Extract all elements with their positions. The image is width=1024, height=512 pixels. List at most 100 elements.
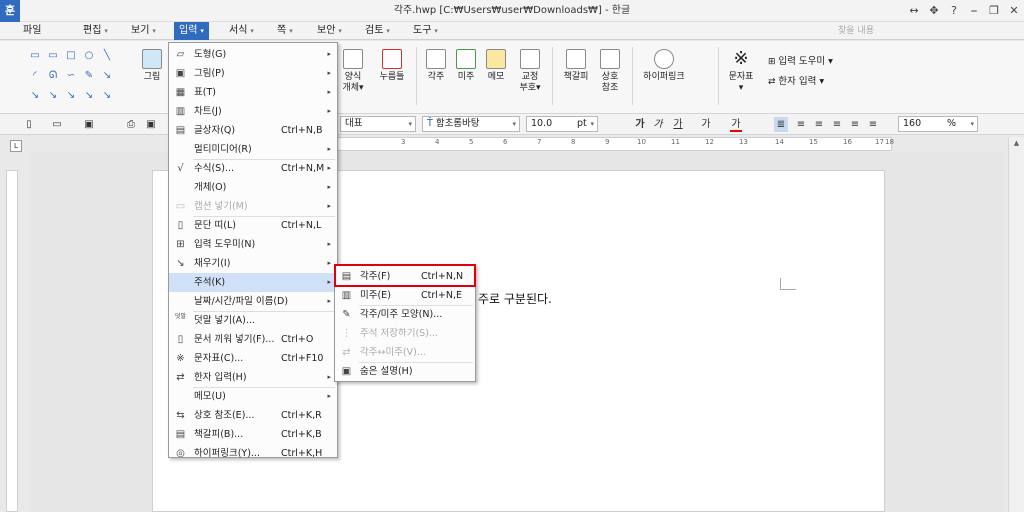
cross-reference-button[interactable]: 상호 참조 xyxy=(596,49,624,94)
preview-icon[interactable]: ▣ xyxy=(144,117,158,132)
close-icon[interactable]: ✕ xyxy=(1006,3,1022,19)
insert-menu-item[interactable]: √ 수식(S)... Ctrl+N,M ▸ xyxy=(169,159,337,178)
align-left-icon[interactable]: ≡ xyxy=(794,117,808,132)
insert-menu-item[interactable]: ※ 문자표(C)... Ctrl+F10 xyxy=(169,349,337,368)
square-shape-icon[interactable]: □ xyxy=(64,50,78,61)
restore-layout-icon[interactable]: ↔ xyxy=(906,3,922,19)
form-object-button[interactable]: 양식 개체▾ xyxy=(338,49,368,94)
insert-menu-item[interactable]: ⇆ 상호 참조(E)... Ctrl+K,R xyxy=(169,406,337,425)
insert-picture-button[interactable]: 그림 xyxy=(140,49,164,83)
font-select[interactable]: Ť 함초롬바탕 ▾ xyxy=(422,116,520,132)
insert-menu-item[interactable]: ⇄ 한자 입력(H) ▸ xyxy=(169,368,337,387)
connector-1-icon[interactable]: ↘ xyxy=(28,90,42,101)
menu-security[interactable]: 보안 ▾ xyxy=(312,22,347,40)
connector-2-icon[interactable]: ↘ xyxy=(46,90,60,101)
insert-menu-item[interactable]: ▯ 문서 끼워 넣기(F)... Ctrl+O xyxy=(169,330,337,349)
annotation-menu-item[interactable]: ✎ 각주/미주 모양(N)... xyxy=(335,305,475,324)
circle-shape-icon[interactable]: ○ xyxy=(82,50,96,61)
divide-icon[interactable]: ≡ xyxy=(866,117,880,132)
app-logo-icon[interactable]: 훈 xyxy=(0,0,20,22)
bold-button[interactable]: 가 xyxy=(634,117,646,132)
tab-type-icon[interactable]: L xyxy=(10,140,22,152)
connector-5-icon[interactable]: ↘ xyxy=(100,90,114,101)
line-shape-icon[interactable]: ╲ xyxy=(100,50,114,61)
minimize-icon[interactable]: ⎯ xyxy=(966,3,982,19)
footnote-button[interactable]: 각주 xyxy=(422,49,450,83)
document-text[interactable]: 주로 구분된다. xyxy=(478,290,552,307)
insert-menu-item[interactable]: 날짜/시간/파일 이름(D) ▸ xyxy=(169,292,337,311)
insert-menu-item[interactable]: ▯ 문단 띠(L) Ctrl+N,L xyxy=(169,216,337,235)
menu-review[interactable]: 검토 ▾ xyxy=(360,22,395,40)
vertical-ruler[interactable] xyxy=(6,170,18,512)
save-icon[interactable]: ▣ xyxy=(82,117,96,132)
submenu-arrow-icon: ▸ xyxy=(327,240,331,248)
insert-menu-item[interactable]: 메모(U) ▸ xyxy=(169,387,337,406)
annotation-menu-item[interactable]: ▥ 미주(E) Ctrl+N,E xyxy=(335,286,475,305)
strikethrough-button[interactable]: 가 xyxy=(700,117,712,132)
menu-page[interactable]: 쪽 ▾ xyxy=(272,22,298,40)
field-button[interactable]: 누름틀 xyxy=(374,49,410,83)
connector-shape-icon[interactable]: ↘ xyxy=(100,70,114,81)
proofreading-mark-button[interactable]: 교정 부호▾ xyxy=(514,49,546,94)
symbol-button[interactable]: ※ 문자표 ▾ xyxy=(724,49,758,94)
insert-menu-item[interactable]: ⊞ 입력 도우미(N) ▸ xyxy=(169,235,337,254)
print-icon[interactable]: ⎙ xyxy=(124,117,138,132)
menu-item-label: 덧말 넣기(A)... xyxy=(194,315,255,326)
maximize-icon[interactable]: ❐ xyxy=(986,3,1002,19)
connector-3-icon[interactable]: ↘ xyxy=(64,90,78,101)
menu-insert[interactable]: 입력 ▾ xyxy=(174,22,209,40)
curve-shape-icon[interactable]: ᘏ xyxy=(46,70,60,81)
chevron-down-icon: ▾ xyxy=(289,27,293,35)
menu-view[interactable]: 보기 ▾ xyxy=(126,22,161,40)
insert-menu-item[interactable]: 덧말 덧말 넣기(A)... xyxy=(169,311,337,330)
textbox-shape-icon[interactable]: ▭ xyxy=(28,50,42,61)
font-size-select[interactable]: 10.0 pt ▾ xyxy=(526,116,598,132)
annotation-menu-item[interactable]: ▣ 숨은 설명(H) xyxy=(335,362,475,381)
arc-shape-icon[interactable]: ◜ xyxy=(28,70,42,81)
input-helper-button[interactable]: ⊞ 입력 도우미 ▾ xyxy=(768,53,833,67)
input-helper-icon: ⊞ xyxy=(768,57,779,67)
menu-tools[interactable]: 도구 ▾ xyxy=(408,22,443,40)
align-justify-icon[interactable]: ≣ xyxy=(774,117,788,132)
style-select[interactable]: 대표 ▾ xyxy=(340,116,416,132)
vertical-scrollbar[interactable]: ▲ xyxy=(1008,137,1024,512)
insert-menu-item[interactable]: ▱ 도형(G) ▸ xyxy=(169,45,337,64)
italic-button[interactable]: 가 xyxy=(652,117,664,132)
move-icon[interactable]: ✥ xyxy=(926,3,942,19)
zoom-select[interactable]: 160% ▾ xyxy=(898,116,978,132)
menu-file[interactable]: 파일 xyxy=(18,22,46,40)
insert-menu-item[interactable]: ▥ 차트(J) ▸ xyxy=(169,102,337,121)
open-folder-icon[interactable]: ▭ xyxy=(50,117,64,132)
scroll-up-icon[interactable]: ▲ xyxy=(1011,139,1022,150)
align-center-icon[interactable]: ≡ xyxy=(830,117,844,132)
ribbon-separator xyxy=(416,47,417,105)
connector-4-icon[interactable]: ↘ xyxy=(82,90,96,101)
insert-menu-item[interactable]: ◎ 하이퍼링크(Y)... Ctrl+K,H xyxy=(169,444,337,463)
endnote-button[interactable]: 미주 xyxy=(452,49,480,83)
menu-edit[interactable]: 편집 ▾ xyxy=(78,22,113,40)
hyperlink-button[interactable]: 하이퍼링크 xyxy=(638,49,690,83)
insert-menu-item[interactable]: 개체(O) ▸ xyxy=(169,178,337,197)
insert-menu-item[interactable]: ▣ 그림(P) ▸ xyxy=(169,64,337,83)
insert-menu-item[interactable]: 주석(K) ▸ xyxy=(169,273,337,292)
shape-gallery[interactable]: ▭ ▭ □ ○ ╲ ◜ ᘏ ∽ ✎ ↘ ↘ ↘ ↘ ↘ ↘ xyxy=(28,50,138,110)
insert-menu-item[interactable]: ▤ 책갈피(B)... Ctrl+K,B xyxy=(169,425,337,444)
font-color-button[interactable]: 가 xyxy=(730,117,742,132)
hanja-input-button[interactable]: ⇄ 한자 입력 ▾ xyxy=(768,73,824,87)
menu-format[interactable]: 서식 ▾ xyxy=(224,22,259,40)
search-input[interactable]: 찾을 내용 xyxy=(820,24,970,38)
memo-button[interactable]: 메모 xyxy=(482,49,510,83)
underline-button[interactable]: 가 xyxy=(672,117,684,132)
distribute-icon[interactable]: ≡ xyxy=(848,117,862,132)
insert-menu-item[interactable]: ▦ 표(T) ▸ xyxy=(169,83,337,102)
insert-menu-item[interactable]: 멀티미디어(R) ▸ xyxy=(169,140,337,159)
bookmark-button[interactable]: 책갈피 xyxy=(558,49,594,83)
new-document-icon[interactable]: ▯ xyxy=(22,117,36,132)
insert-menu-item[interactable]: ▤ 글상자(Q) Ctrl+N,B xyxy=(169,121,337,140)
align-right-icon[interactable]: ≡ xyxy=(812,117,826,132)
help-icon[interactable]: ? xyxy=(946,3,962,19)
rectangle-shape-icon[interactable]: ▭ xyxy=(46,50,60,61)
pen-shape-icon[interactable]: ✎ xyxy=(82,70,96,81)
insert-menu-item[interactable]: ↘ 채우기(I) ▸ xyxy=(169,254,337,273)
freeform-shape-icon[interactable]: ∽ xyxy=(64,70,78,81)
